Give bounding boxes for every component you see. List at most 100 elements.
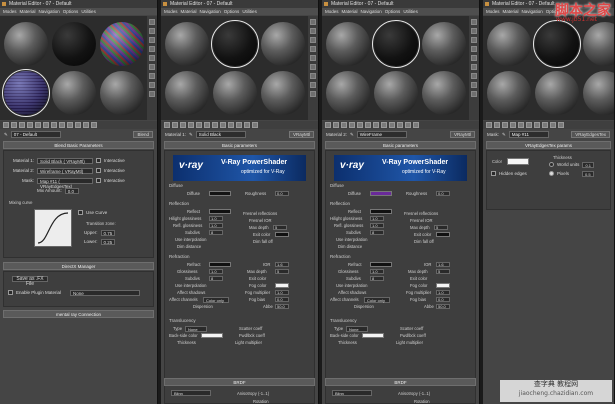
menu-utilities[interactable]: Utilities	[81, 8, 96, 15]
map-name-field[interactable]: Map #11	[508, 131, 549, 138]
library-icon[interactable]	[534, 122, 540, 128]
menu-navigation[interactable]: Navigation	[39, 8, 60, 15]
rollout-basic-parameters[interactable]: Basic parameters	[164, 141, 315, 149]
options-icon[interactable]	[471, 73, 477, 79]
material-name-field[interactable]: 07 - Default	[10, 131, 61, 138]
menu-navigation[interactable]: Navigation	[522, 8, 543, 15]
unique-icon[interactable]	[204, 122, 210, 128]
sample-type-icon[interactable]	[471, 19, 477, 25]
show-map-icon[interactable]	[550, 122, 556, 128]
refl-subdivs-spinner[interactable]: 8	[209, 230, 223, 235]
ior-spinner[interactable]: 1.6	[275, 262, 289, 267]
refl-max-depth-spinner[interactable]: 5	[434, 225, 448, 230]
material-2-checkbox[interactable]	[96, 168, 101, 173]
material-slot[interactable]	[52, 71, 96, 115]
select-by-material-icon[interactable]	[310, 82, 316, 88]
navigator-icon[interactable]	[310, 91, 316, 97]
go-sibling-icon[interactable]	[413, 122, 419, 128]
refract-color-swatch[interactable]	[209, 262, 231, 267]
options-icon[interactable]	[149, 73, 155, 79]
menu-options[interactable]: Options	[224, 8, 240, 15]
mask-button[interactable]: Map #11 ( VRayEdgesTex)	[37, 177, 93, 189]
material-slot[interactable]	[165, 22, 209, 66]
menu-modes[interactable]: Modes	[486, 8, 500, 15]
put-to-scene-icon[interactable]	[172, 122, 178, 128]
material-2-button[interactable]: Wireframe ( VRayMtl)	[37, 167, 93, 174]
refl-gloss-spinner[interactable]: 1.0	[209, 223, 223, 228]
mix-amount-spinner[interactable]: 0.0	[64, 187, 79, 194]
show-end-icon[interactable]	[75, 122, 81, 128]
refr-subdivs-spinner[interactable]: 8	[370, 276, 384, 281]
show-end-icon[interactable]	[397, 122, 403, 128]
put-to-scene-icon[interactable]	[494, 122, 500, 128]
affect-channels-dropdown[interactable]: Color only	[364, 297, 390, 303]
show-map-icon[interactable]	[228, 122, 234, 128]
abbe-spinner[interactable]: 50.0	[275, 304, 289, 309]
backlight-icon[interactable]	[149, 28, 155, 34]
video-check-icon[interactable]	[471, 55, 477, 61]
go-parent-icon[interactable]	[83, 122, 89, 128]
back-side-color-swatch[interactable]	[201, 333, 223, 338]
material-slot[interactable]	[583, 71, 614, 115]
rollout-edges-params[interactable]: VRayEdgesTex params	[486, 141, 611, 149]
assign-icon[interactable]	[502, 122, 508, 128]
translucency-type-dropdown[interactable]: None	[346, 326, 368, 332]
material-slot-selected[interactable]	[533, 20, 581, 68]
menu-material[interactable]: Material	[181, 8, 197, 15]
effects-channel-icon[interactable]	[59, 122, 65, 128]
fog-multiplier-spinner[interactable]: 1.0	[436, 290, 450, 295]
hilight-gloss-spinner[interactable]: 1.0	[209, 216, 223, 221]
navigator-icon[interactable]	[471, 91, 477, 97]
make-preview-icon[interactable]	[471, 64, 477, 70]
material-slot[interactable]	[326, 71, 370, 115]
reset-icon[interactable]	[510, 122, 516, 128]
material-slot[interactable]	[374, 71, 418, 115]
get-material-icon[interactable]	[325, 122, 331, 128]
select-by-material-icon[interactable]	[471, 82, 477, 88]
show-end-icon[interactable]	[558, 122, 564, 128]
material-slot-selected[interactable]	[211, 20, 259, 68]
world-units-radio[interactable]	[549, 162, 554, 167]
refract-color-swatch[interactable]	[370, 262, 392, 267]
material-slot[interactable]	[261, 71, 305, 115]
reset-icon[interactable]	[188, 122, 194, 128]
menu-material[interactable]: Material	[503, 8, 519, 15]
menu-material[interactable]: Material	[342, 8, 358, 15]
eyedropper-icon[interactable]: ✎	[189, 132, 193, 138]
eyedropper-icon[interactable]: ✎	[502, 132, 506, 138]
eyedropper-icon[interactable]: ✎	[4, 132, 8, 138]
brdf-dropdown[interactable]: Blinn	[332, 390, 372, 396]
exit-color-swatch[interactable]	[436, 232, 450, 237]
world-units-spinner[interactable]: 0.1	[582, 161, 595, 168]
ior-spinner[interactable]: 1.6	[436, 262, 450, 267]
reflect-color-swatch[interactable]	[209, 209, 231, 214]
copy-icon[interactable]	[196, 122, 202, 128]
material-slot[interactable]	[326, 22, 370, 66]
refr-max-depth-spinner[interactable]: 5	[436, 269, 450, 274]
affect-channels-dropdown[interactable]: Color only	[203, 297, 229, 303]
save-fx-button[interactable]: Save as .FX File	[12, 276, 48, 287]
backlight-icon[interactable]	[471, 28, 477, 34]
material-name-field[interactable]: WireFrame	[356, 131, 407, 138]
roughness-spinner[interactable]: 0.0	[436, 191, 450, 196]
library-icon[interactable]	[51, 122, 57, 128]
rollout-directx[interactable]: DirectX Manager	[3, 262, 154, 270]
material-slot-selected[interactable]	[372, 20, 420, 68]
back-side-color-swatch[interactable]	[362, 333, 384, 338]
diffuse-color-swatch[interactable]	[209, 191, 231, 196]
roughness-spinner[interactable]: 0.0	[275, 191, 289, 196]
enable-plugin-checkbox[interactable]	[8, 290, 13, 295]
refr-max-depth-spinner[interactable]: 5	[275, 269, 289, 274]
menu-modes[interactable]: Modes	[164, 8, 178, 15]
material-name-field[interactable]: Solid Black	[195, 131, 246, 138]
uv-tiling-icon[interactable]	[149, 46, 155, 52]
library-icon[interactable]	[212, 122, 218, 128]
exit-color-swatch[interactable]	[275, 232, 289, 237]
background-icon[interactable]	[310, 37, 316, 43]
plugin-dropdown[interactable]: None	[70, 289, 141, 296]
go-sibling-icon[interactable]	[252, 122, 258, 128]
mask-checkbox[interactable]	[96, 178, 101, 183]
refl-max-depth-spinner[interactable]: 5	[273, 225, 287, 230]
refr-gloss-spinner[interactable]: 1.0	[370, 269, 384, 274]
refl-subdivs-spinner[interactable]: 8	[370, 230, 384, 235]
